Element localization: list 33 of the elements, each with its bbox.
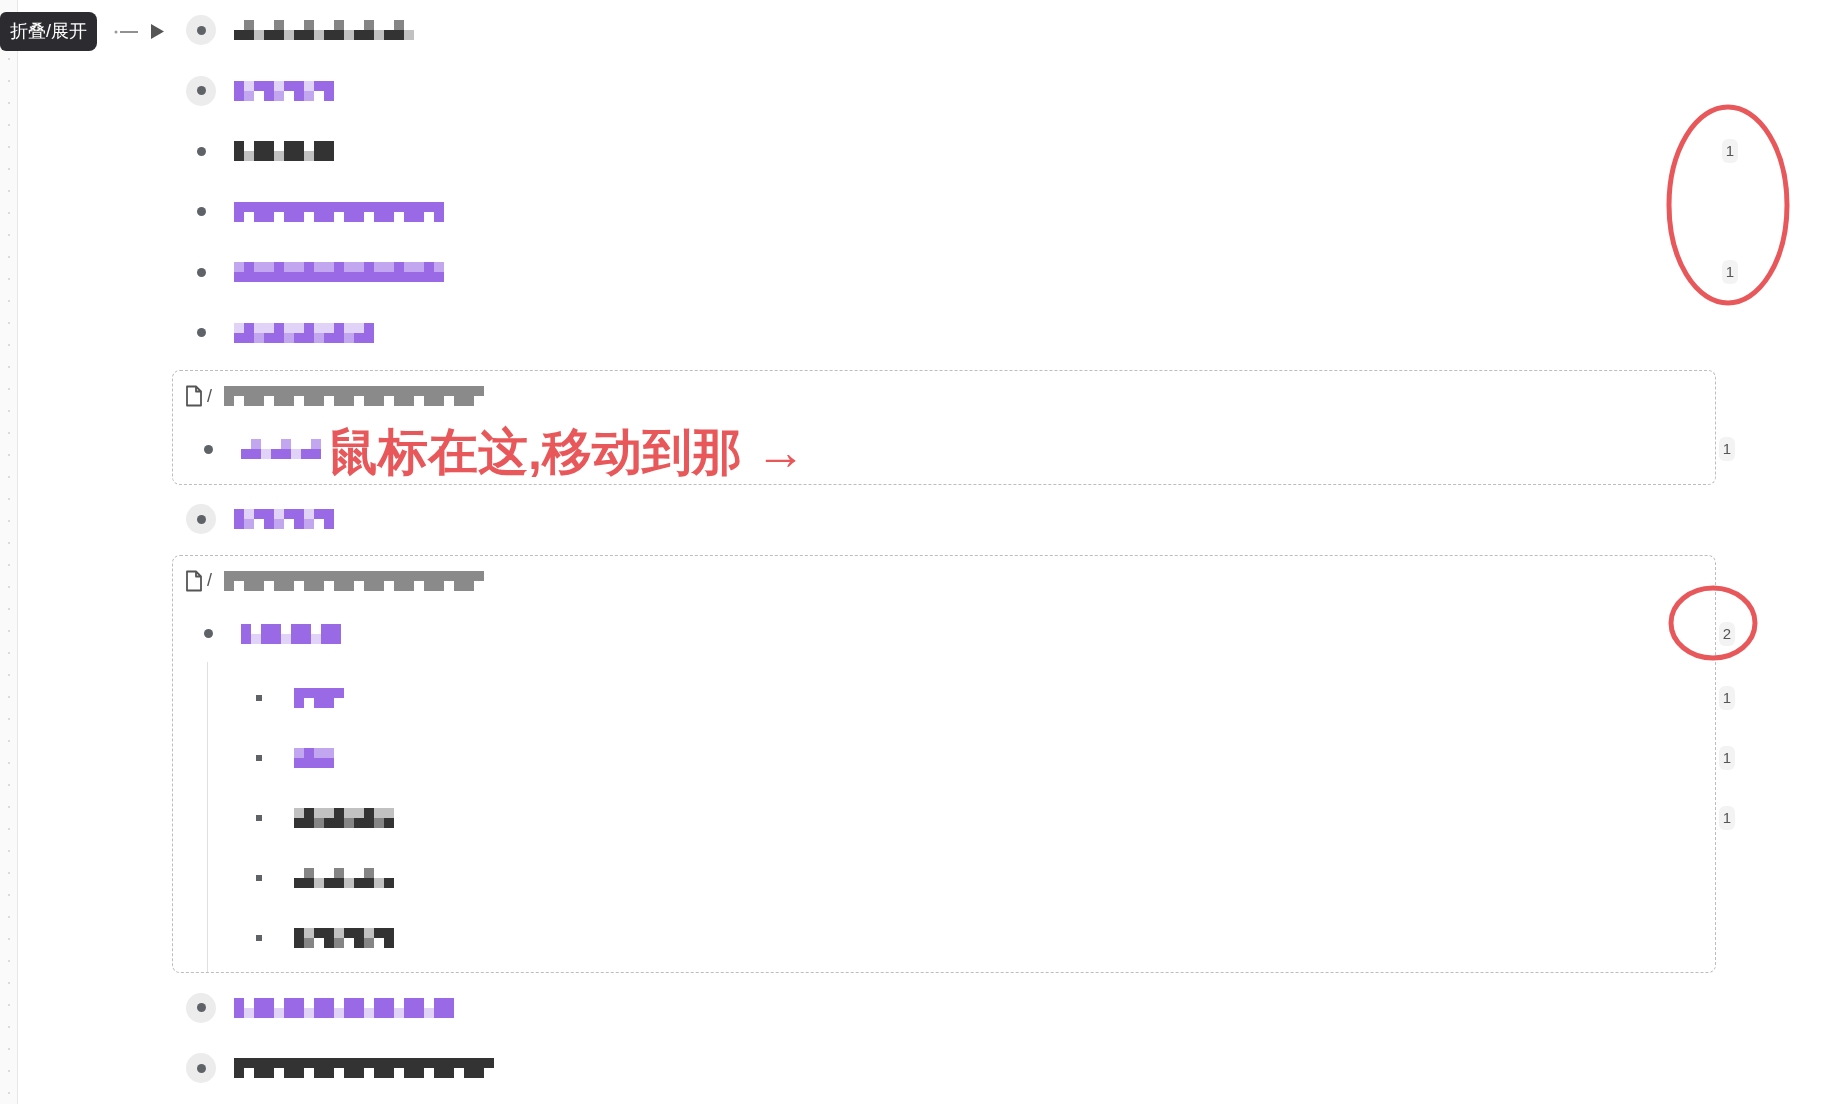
bullet-icon[interactable] [196,328,206,338]
reference-count[interactable]: 1 [1718,437,1735,461]
bullet-icon[interactable] [203,444,213,454]
document-icon [185,385,203,407]
bullet-icon[interactable] [196,267,206,277]
reference-count[interactable]: 2 [1718,621,1735,646]
reference-count[interactable]: 1 [1721,260,1738,285]
bullet-icon[interactable] [203,629,213,638]
tooltip: 折叠/展开 [0,12,97,51]
bullet-icon [256,814,262,821]
bullet-icon [256,934,262,941]
breadcrumb-separator: / [207,569,212,592]
reference-count[interactable]: 1 [1718,745,1735,770]
reference-count[interactable]: 1 [1718,805,1735,830]
folded-bullet[interactable] [186,1053,216,1084]
bullet-icon[interactable] [196,146,206,156]
connector-line [114,30,138,34]
reference-count[interactable]: 1 [1721,139,1738,164]
expand-triangle-icon[interactable] [151,24,164,39]
annotation-text: 鼠标在这,移动到那 → [328,427,806,477]
bullet-icon [256,874,262,881]
folded-bullet[interactable] [186,504,216,535]
folded-bullet[interactable] [186,15,216,46]
bullet-icon[interactable] [196,207,206,217]
reference-count[interactable]: 1 [1718,685,1735,710]
bullet-icon [256,754,262,761]
redacted-text [294,745,334,770]
folded-bullet[interactable] [186,75,216,106]
folded-bullet[interactable] [186,992,216,1023]
breadcrumb-separator: / [207,384,212,408]
redacted-text [294,685,344,710]
bullet-icon [256,694,262,701]
document-icon [185,569,203,592]
